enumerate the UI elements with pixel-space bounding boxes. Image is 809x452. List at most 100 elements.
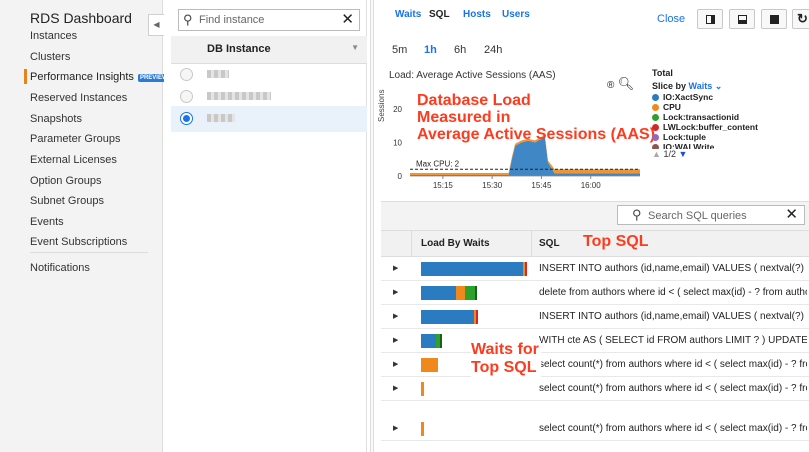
time-range-1h[interactable]: 1h bbox=[424, 44, 437, 56]
expand-row-icon[interactable]: ▶ bbox=[393, 288, 398, 296]
layout-full-icon bbox=[770, 15, 779, 24]
y-tick-label: 10 bbox=[393, 138, 402, 147]
time-range-6h[interactable]: 6h bbox=[454, 44, 466, 56]
sidebar-item-clusters[interactable]: Clusters bbox=[30, 51, 70, 63]
instance-search-input[interactable]: ⚲ Find instance ✕ bbox=[178, 9, 360, 31]
sidebar-item-snapshots[interactable]: Snapshots bbox=[30, 113, 82, 125]
legend-item[interactable]: LWLock:buffer_content bbox=[652, 122, 802, 132]
refresh-button[interactable]: ↻ bbox=[792, 9, 809, 29]
col-load-by-waits[interactable]: Load By Waits bbox=[421, 238, 490, 249]
sidebar-item-notifications[interactable]: Notifications bbox=[30, 262, 90, 274]
expand-row-icon[interactable]: ▶ bbox=[393, 424, 398, 432]
sql-text: INSERT INTO authors (id,name,email) VALU… bbox=[539, 263, 807, 274]
close-link[interactable]: Close bbox=[657, 13, 685, 25]
legend-label: CPU bbox=[663, 102, 681, 112]
annotation-line: Average Active Sessions (AAS) bbox=[417, 126, 656, 143]
tab-hosts[interactable]: Hosts bbox=[463, 9, 491, 20]
sidebar-item-option-groups[interactable]: Option Groups bbox=[30, 175, 102, 187]
sidebar-item-external-licenses[interactable]: External Licenses bbox=[30, 154, 117, 166]
search-icon: ⚲ bbox=[632, 207, 642, 222]
legend-swatch bbox=[652, 103, 659, 111]
wait-segment bbox=[421, 334, 436, 348]
legend-prev-icon[interactable]: ▲ bbox=[652, 149, 661, 159]
nav-divider bbox=[30, 252, 148, 253]
clear-search-icon[interactable]: ✕ bbox=[785, 205, 798, 223]
sidebar-item-instances[interactable]: Instances bbox=[30, 30, 77, 42]
clear-search-icon[interactable]: ✕ bbox=[341, 10, 354, 28]
expand-row-icon[interactable]: ▶ bbox=[393, 336, 398, 344]
expand-row-icon[interactable]: ▶ bbox=[393, 384, 398, 392]
legend-item[interactable]: CPU bbox=[652, 102, 802, 112]
sidebar-item-performance-insights[interactable]: Performance Insights PREVIEW bbox=[30, 71, 170, 83]
legend-swatch bbox=[652, 93, 659, 101]
tab-users[interactable]: Users bbox=[502, 9, 530, 20]
sql-table-row[interactable]: ▶ select count(*) from authors where id <… bbox=[381, 377, 809, 401]
legend-label: IO:XactSync bbox=[663, 92, 714, 102]
collapse-sidebar-icon[interactable]: ◀ bbox=[148, 14, 164, 36]
legend-pager[interactable]: ▲ 1/2 ▼ bbox=[652, 149, 802, 159]
instance-radio[interactable] bbox=[180, 68, 193, 81]
tab-sql[interactable]: SQL bbox=[429, 9, 450, 20]
instance-column-header[interactable]: DB Instance ▼ bbox=[171, 36, 367, 64]
sort-chevron-icon[interactable]: ▼ bbox=[351, 43, 359, 52]
wait-segment bbox=[475, 286, 477, 300]
tab-waits[interactable]: Waits bbox=[395, 9, 421, 20]
wait-segment bbox=[421, 262, 523, 276]
sql-table-row[interactable]: ▶ INSERT INTO authors (id,name,email) VAL… bbox=[381, 257, 809, 281]
x-tick-label: 15:15 bbox=[433, 181, 454, 190]
slice-by-selector[interactable]: Slice by Waits ⌄ bbox=[652, 81, 802, 92]
time-range-24h[interactable]: 24h bbox=[484, 44, 502, 56]
legend-item[interactable]: IO:XactSync bbox=[652, 92, 802, 102]
layout-full-button[interactable] bbox=[761, 9, 787, 29]
expand-row-icon[interactable]: ▶ bbox=[393, 264, 398, 272]
layout-right-button[interactable] bbox=[697, 9, 723, 29]
wait-segment bbox=[476, 310, 478, 324]
chevron-down-icon[interactable]: ⌄ bbox=[715, 81, 723, 91]
annotation-line: Measured in bbox=[417, 109, 511, 126]
sidebar-item-events[interactable]: Events bbox=[30, 216, 64, 228]
panel-splitter[interactable] bbox=[370, 0, 374, 452]
sidebar-item-event-subscriptions[interactable]: Event Subscriptions bbox=[30, 236, 127, 248]
legend-swatch bbox=[652, 113, 659, 121]
sql-search-placeholder: Search SQL queries bbox=[648, 210, 747, 222]
sql-table-row[interactable]: ▶ WITH cte AS ( SELECT id FROM authors LI… bbox=[381, 329, 809, 353]
sidebar-item-subnet-groups[interactable]: Subnet Groups bbox=[30, 195, 104, 207]
wait-segment bbox=[421, 286, 456, 300]
slice-by-value[interactable]: Waits bbox=[689, 81, 713, 91]
layout-bottom-button[interactable] bbox=[729, 9, 755, 29]
slice-by-label: Slice by bbox=[652, 81, 687, 91]
sql-table-row[interactable]: ▶ delete from authors where id < ( select… bbox=[381, 281, 809, 305]
legend-total: Total bbox=[652, 68, 673, 78]
sql-text: WITH cte AS ( SELECT id FROM authors LIM… bbox=[539, 335, 807, 346]
instance-radio-selected[interactable] bbox=[180, 112, 193, 125]
sidebar-item-parameter-groups[interactable]: Parameter Groups bbox=[30, 133, 120, 145]
sql-search-input[interactable]: ⚲ Search SQL queries ✕ bbox=[617, 205, 805, 225]
expand-row-icon[interactable]: ▶ bbox=[393, 312, 398, 320]
sql-text: INSERT INTO authors (id,name,email) VALU… bbox=[539, 311, 807, 322]
column-divider bbox=[531, 231, 532, 257]
legend-swatch bbox=[652, 123, 659, 131]
sql-table-row[interactable]: ▶ INSERT INTO authors (id,name,email) VAL… bbox=[381, 305, 809, 329]
redacted-instance-name bbox=[207, 114, 235, 122]
wait-segment bbox=[465, 286, 475, 300]
instance-row-selected[interactable] bbox=[171, 106, 367, 132]
wait-segment bbox=[456, 286, 465, 300]
legend-next-icon[interactable]: ▼ bbox=[678, 149, 687, 159]
expand-row-icon[interactable]: ▶ bbox=[393, 360, 398, 368]
legend-item[interactable]: Lock:transactionid bbox=[652, 112, 802, 122]
sql-text: select count(*) from authors where id < … bbox=[539, 383, 807, 394]
sql-table-row[interactable]: ▶ select count(*) from authors where id <… bbox=[381, 417, 809, 441]
legend-item[interactable]: Lock:tuple bbox=[652, 132, 802, 142]
layout-bottom-icon bbox=[738, 15, 747, 24]
legend-item[interactable]: IO:WALWrite bbox=[652, 142, 802, 149]
annotation-line: Top SQL bbox=[471, 359, 537, 376]
sidebar-item-reserved-instances[interactable]: Reserved Instances bbox=[30, 92, 127, 104]
instance-search-placeholder: Find instance bbox=[199, 14, 265, 26]
sql-text: select count(*) from authors where id < … bbox=[539, 423, 807, 434]
redacted-instance-name bbox=[207, 70, 229, 78]
col-sql[interactable]: SQL bbox=[539, 238, 560, 249]
instance-radio[interactable] bbox=[180, 90, 193, 103]
sql-table-row[interactable]: ▶ select count(*) from authors where id <… bbox=[381, 353, 809, 377]
sql-text: select count(*) from authors where id < … bbox=[539, 359, 807, 370]
time-range-5m[interactable]: 5m bbox=[392, 44, 407, 56]
